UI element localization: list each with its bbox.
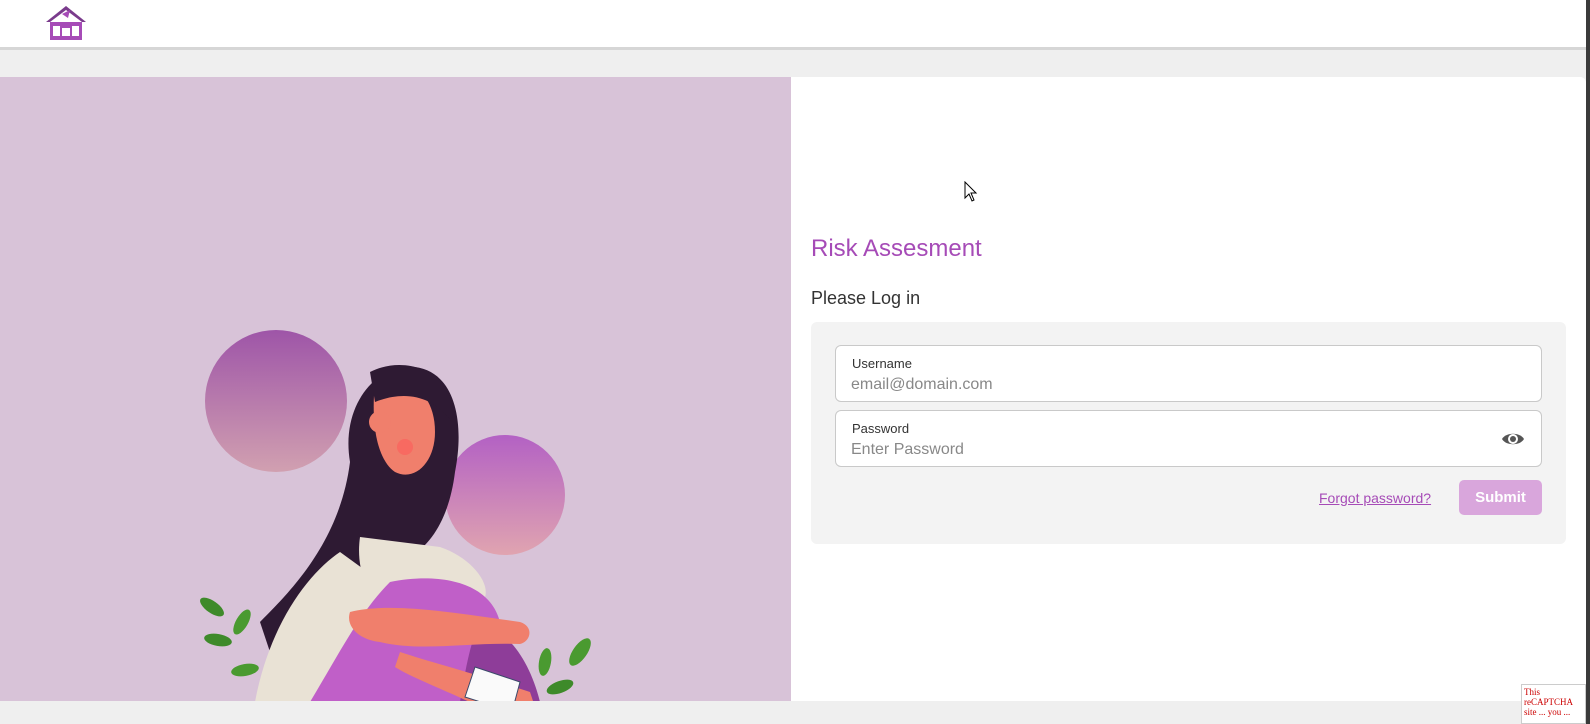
password-input[interactable] xyxy=(851,439,1471,461)
window-edge xyxy=(1586,0,1590,724)
house-logo-icon[interactable] xyxy=(44,4,88,42)
sitting-woman-illustration xyxy=(200,330,591,701)
submit-button[interactable]: Submit xyxy=(1459,480,1542,515)
username-label: Username xyxy=(852,356,912,371)
login-panel: Risk Assesment Please Log in Username Pa… xyxy=(791,77,1586,701)
top-bar xyxy=(0,0,1586,50)
password-label: Password xyxy=(852,421,910,436)
forgot-password-link[interactable]: Forgot password? xyxy=(1319,490,1431,506)
recaptcha-badge[interactable]: This reCAPTCHA site ... you ... xyxy=(1521,684,1586,724)
login-card: Risk Assesment Please Log in Username Pa… xyxy=(0,77,1586,701)
login-form: Username Password Forgot password? Submi… xyxy=(811,322,1566,544)
eye-icon[interactable] xyxy=(1501,429,1525,449)
username-field[interactable]: Username xyxy=(835,345,1542,402)
mouse-cursor-icon xyxy=(964,181,978,202)
password-field[interactable]: Password xyxy=(835,410,1542,467)
illustration-panel xyxy=(0,77,791,701)
login-subtitle: Please Log in xyxy=(811,288,921,308)
page-title: Risk Assesment xyxy=(811,235,982,262)
username-input[interactable] xyxy=(851,374,1471,396)
